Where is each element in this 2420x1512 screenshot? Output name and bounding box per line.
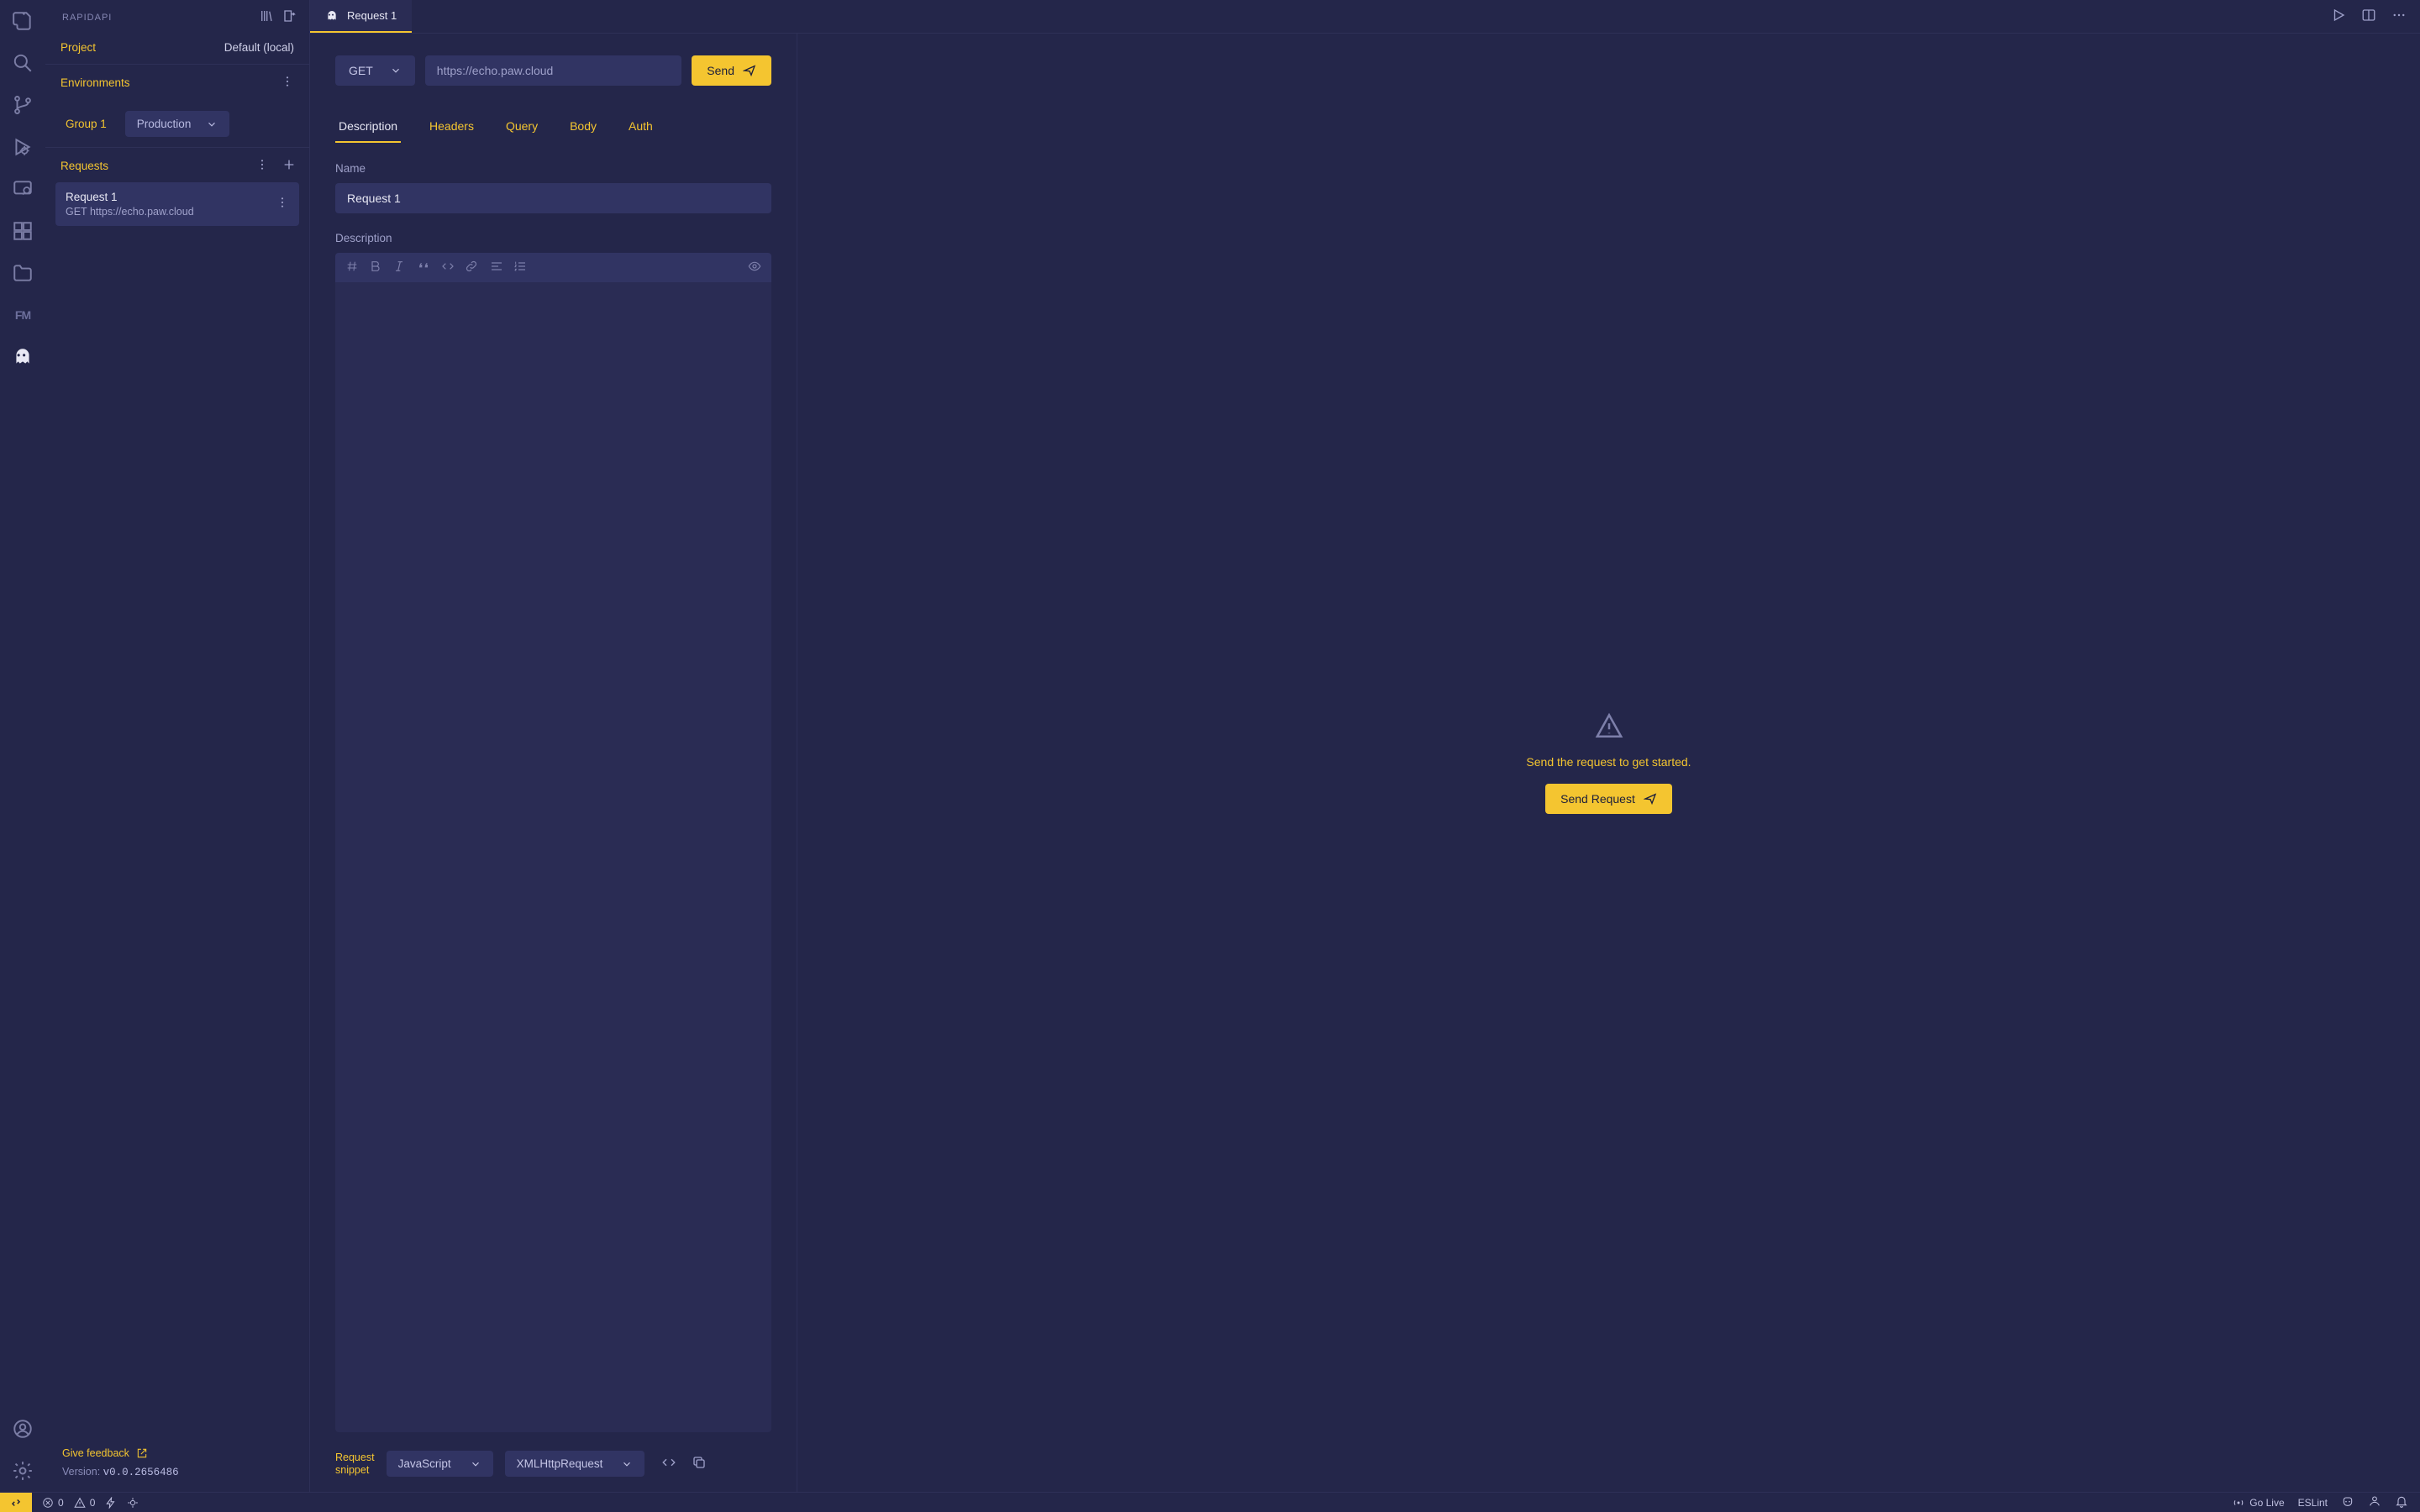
requests-label: Requests bbox=[60, 160, 108, 172]
tab-headers[interactable]: Headers bbox=[426, 111, 477, 143]
request-item-more-icon[interactable] bbox=[276, 191, 289, 212]
preview-icon[interactable] bbox=[748, 260, 761, 276]
go-live[interactable]: Go Live bbox=[2232, 1496, 2284, 1509]
snippet-lang-select[interactable]: JavaScript bbox=[387, 1451, 493, 1477]
side-panel: RAPIDAPI Project Default (local) Environ… bbox=[45, 0, 310, 1492]
link-icon[interactable] bbox=[465, 260, 478, 276]
target-icon[interactable] bbox=[127, 1497, 139, 1509]
request-item-sub: GET https://echo.paw.cloud bbox=[66, 206, 194, 218]
tab-description[interactable]: Description bbox=[335, 111, 401, 143]
more-actions-icon[interactable] bbox=[2391, 8, 2407, 25]
description-field-label: Description bbox=[335, 232, 771, 244]
add-request-icon[interactable] bbox=[282, 158, 296, 174]
ghost-icon bbox=[325, 9, 339, 23]
editor-tab[interactable]: Request 1 bbox=[310, 0, 412, 33]
send-request-button[interactable]: Send Request bbox=[1545, 784, 1672, 814]
give-feedback-link[interactable]: Give feedback bbox=[62, 1447, 292, 1459]
status-bar: 0 0 Go Live ESLint bbox=[0, 1492, 2420, 1512]
quote-icon[interactable] bbox=[418, 260, 431, 276]
version-label: Version: v0.0.2656486 bbox=[62, 1466, 292, 1478]
search-icon[interactable] bbox=[10, 50, 35, 76]
fm-icon[interactable]: FM bbox=[10, 302, 35, 328]
italic-icon[interactable] bbox=[392, 260, 406, 276]
align-left-icon[interactable] bbox=[490, 260, 503, 276]
environments-label: Environments bbox=[60, 76, 130, 89]
run-icon[interactable] bbox=[2331, 8, 2346, 25]
split-editor-icon[interactable] bbox=[2361, 8, 2376, 25]
name-input[interactable] bbox=[335, 183, 771, 213]
description-toolbar bbox=[335, 253, 771, 282]
http-method-select[interactable]: GET bbox=[335, 55, 415, 86]
live-share-icon[interactable] bbox=[2368, 1494, 2381, 1510]
bold-icon[interactable] bbox=[369, 260, 382, 276]
ports-icon[interactable] bbox=[105, 1497, 117, 1509]
chevron-down-icon bbox=[470, 1458, 481, 1470]
description-editor[interactable] bbox=[335, 282, 771, 1432]
activity-bar: FM bbox=[0, 0, 45, 1492]
copy-snippet-icon[interactable] bbox=[692, 1455, 707, 1473]
tab-query[interactable]: Query bbox=[502, 111, 541, 143]
import-icon[interactable] bbox=[282, 8, 297, 26]
send-icon bbox=[1644, 792, 1657, 806]
env-group[interactable]: Group 1 bbox=[57, 113, 115, 135]
library-icon[interactable] bbox=[259, 8, 274, 26]
project-label: Project bbox=[60, 41, 96, 54]
code-icon[interactable] bbox=[441, 260, 455, 276]
response-panel: Send the request to get started. Send Re… bbox=[797, 34, 2420, 1492]
remote-indicator[interactable] bbox=[0, 1493, 32, 1512]
notifications-icon[interactable] bbox=[2395, 1494, 2408, 1510]
env-selected-label: Production bbox=[137, 118, 192, 130]
copilot-icon[interactable] bbox=[2341, 1494, 2354, 1510]
snippet-label: Requestsnippet bbox=[335, 1452, 375, 1477]
problems-errors[interactable]: 0 bbox=[42, 1497, 64, 1509]
name-field-label: Name bbox=[335, 162, 771, 175]
run-debug-icon[interactable] bbox=[10, 134, 35, 160]
remote-explorer-icon[interactable] bbox=[10, 176, 35, 202]
chevron-down-icon bbox=[206, 118, 218, 130]
send-button[interactable]: Send bbox=[692, 55, 771, 86]
settings-icon[interactable] bbox=[10, 1458, 35, 1483]
external-link-icon bbox=[136, 1447, 148, 1459]
project-value[interactable]: Default (local) bbox=[224, 41, 294, 54]
extensions-icon[interactable] bbox=[10, 218, 35, 244]
snippet-lib-select[interactable]: XMLHttpRequest bbox=[505, 1451, 645, 1477]
tab-auth[interactable]: Auth bbox=[625, 111, 656, 143]
chevron-down-icon bbox=[621, 1458, 633, 1470]
environments-more-icon[interactable] bbox=[281, 75, 294, 91]
heading-icon[interactable] bbox=[345, 260, 359, 276]
panel-title: RAPIDAPI bbox=[62, 13, 112, 23]
requests-more-icon[interactable] bbox=[255, 158, 269, 174]
folder-icon[interactable] bbox=[10, 260, 35, 286]
problems-warnings[interactable]: 0 bbox=[74, 1497, 96, 1509]
response-empty-message: Send the request to get started. bbox=[1526, 755, 1691, 769]
send-icon bbox=[743, 64, 756, 77]
explorer-icon[interactable] bbox=[10, 8, 35, 34]
source-control-icon[interactable] bbox=[10, 92, 35, 118]
accounts-icon[interactable] bbox=[10, 1416, 35, 1441]
url-input[interactable] bbox=[425, 55, 682, 86]
warning-icon bbox=[1595, 711, 1623, 740]
env-select[interactable]: Production bbox=[125, 111, 230, 137]
view-code-icon[interactable] bbox=[661, 1455, 676, 1473]
request-item-name: Request 1 bbox=[66, 191, 194, 203]
eslint-status[interactable]: ESLint bbox=[2298, 1497, 2328, 1509]
ordered-list-icon[interactable] bbox=[513, 260, 527, 276]
tab-body[interactable]: Body bbox=[566, 111, 600, 143]
tab-title: Request 1 bbox=[347, 9, 397, 22]
rapidapi-icon[interactable] bbox=[10, 344, 35, 370]
chevron-down-icon bbox=[390, 65, 402, 76]
request-item[interactable]: Request 1 GET https://echo.paw.cloud bbox=[55, 182, 299, 226]
